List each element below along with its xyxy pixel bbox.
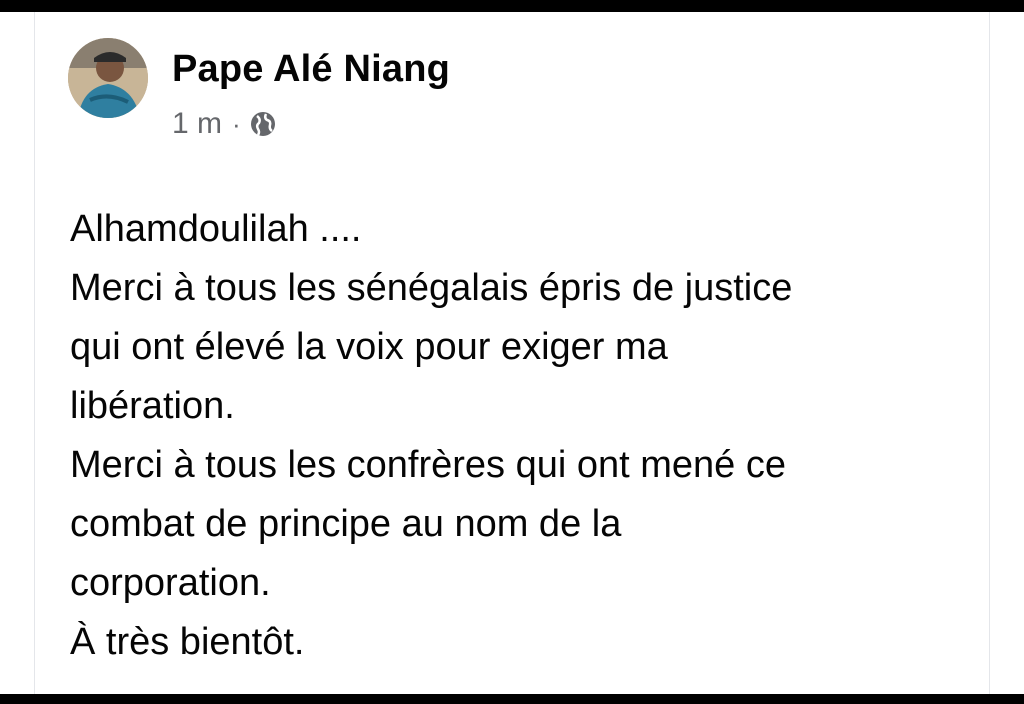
card-right-border [989, 12, 990, 694]
card-left-border [34, 12, 35, 694]
meta-separator: · [232, 108, 241, 139]
author-name[interactable]: Pape Alé Niang [172, 48, 450, 91]
post-line: Alhamdoulilah .... [70, 208, 362, 250]
post-meta: 1 m · [172, 106, 277, 142]
post-body: Alhamdoulilah .... Merci à tous les séné… [70, 200, 970, 672]
screenshot-frame: Pape Alé Niang 1 m · Alhamdoulilah .... … [0, 0, 1024, 704]
avatar-photo [68, 38, 148, 118]
post-line: Merci à tous les confrères qui ont mené … [70, 444, 787, 486]
post-line: Merci à tous les sénégalais épris de jus… [70, 267, 793, 309]
post-card: Pape Alé Niang 1 m · Alhamdoulilah .... … [0, 12, 1024, 694]
post-time[interactable]: 1 m [172, 107, 222, 141]
post-line: À très bientôt. [70, 621, 305, 663]
post-line: libération. [70, 385, 235, 427]
post-line: corporation. [70, 562, 271, 604]
avatar[interactable] [68, 38, 148, 118]
post-line: combat de principe au nom de la [70, 503, 622, 545]
globe-icon[interactable] [249, 110, 277, 138]
post-line: qui ont élevé la voix pour exiger ma [70, 326, 668, 368]
